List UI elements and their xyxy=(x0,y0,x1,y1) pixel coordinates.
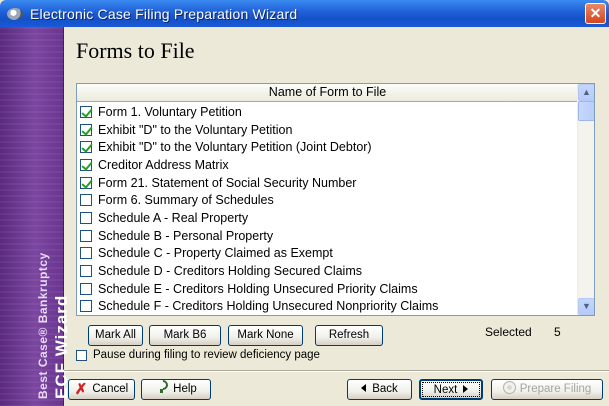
list-item[interactable]: Schedule C - Property Claimed as Exempt xyxy=(77,245,578,263)
form-checkbox[interactable] xyxy=(80,105,92,118)
mark-b6-button[interactable]: Mark B6 xyxy=(149,325,221,346)
selected-label: Selected xyxy=(485,325,532,339)
form-label: Schedule F - Creditors Holding Unsecured… xyxy=(98,299,439,314)
form-checkbox[interactable] xyxy=(80,141,92,154)
mark-none-button[interactable]: Mark None xyxy=(228,325,303,346)
next-button[interactable]: Next xyxy=(419,379,483,400)
chevron-down-icon: ▼ xyxy=(582,301,591,311)
window-title: Electronic Case Filing Preparation Wizar… xyxy=(30,5,298,22)
close-icon: ✕ xyxy=(589,5,602,21)
pause-option[interactable]: Pause during filing to review deficiency… xyxy=(76,349,320,361)
prepare-filing-button[interactable]: Prepare Filing xyxy=(491,379,603,400)
prepare-icon xyxy=(502,381,516,394)
form-label: Form 6. Summary of Schedules xyxy=(98,193,274,208)
form-checkbox[interactable] xyxy=(80,194,92,207)
form-checkbox[interactable] xyxy=(80,300,92,313)
form-label: Schedule E - Creditors Holding Unsecured… xyxy=(98,281,418,296)
form-checkbox[interactable] xyxy=(80,315,92,316)
form-label: Exhibit "D" to the Voluntary Petition xyxy=(98,122,293,137)
page-title: Forms to File xyxy=(76,38,195,63)
list-item[interactable]: Schedule D - Creditors Holding Secured C… xyxy=(77,262,578,280)
side-banner: Best Case® Bankruptcy ECF Wizard xyxy=(0,27,71,406)
form-checkbox[interactable] xyxy=(80,211,92,224)
footer-divider xyxy=(64,370,609,372)
list-item[interactable]: Schedule G - Executory Contracts and Une… xyxy=(77,315,578,316)
close-button[interactable]: ✕ xyxy=(585,3,606,24)
cancel-icon: ✗ xyxy=(74,381,88,398)
list-item[interactable]: Schedule B - Personal Property xyxy=(77,227,578,245)
form-label: Schedule A - Real Property xyxy=(98,210,249,225)
scroll-thumb[interactable] xyxy=(578,101,594,121)
form-label: Schedule C - Property Claimed as Exempt xyxy=(98,246,333,261)
form-checkbox[interactable] xyxy=(80,176,92,189)
form-label: Schedule G - Executory Contracts and Une… xyxy=(98,315,416,316)
pause-checkbox[interactable] xyxy=(76,349,87,361)
app-icon xyxy=(6,5,24,23)
mark-all-button[interactable]: Mark All xyxy=(88,325,143,346)
form-label: Creditor Address Matrix xyxy=(98,157,229,172)
cancel-button[interactable]: ✗ Cancel xyxy=(68,379,135,400)
back-button[interactable]: Back xyxy=(347,379,412,400)
forms-list[interactable]: Name of Form to File Form 1. Voluntary P… xyxy=(76,83,595,316)
form-checkbox[interactable] xyxy=(80,247,92,260)
chevron-up-icon: ▲ xyxy=(582,87,591,97)
form-label: Schedule D - Creditors Holding Secured C… xyxy=(98,264,363,279)
arrow-right-icon xyxy=(463,385,469,393)
form-checkbox[interactable] xyxy=(80,158,92,171)
list-item[interactable]: Form 1. Voluntary Petition xyxy=(77,103,578,121)
list-column-header[interactable]: Name of Form to File xyxy=(77,84,578,102)
form-checkbox[interactable] xyxy=(80,229,92,242)
form-label: Form 1. Voluntary Petition xyxy=(98,104,242,119)
list-scrollbar[interactable]: ▲ ▼ xyxy=(577,84,594,315)
list-item[interactable]: Form 21. Statement of Social Security Nu… xyxy=(77,174,578,192)
help-icon xyxy=(155,380,167,394)
banner-brand: Best Case® Bankruptcy xyxy=(36,252,50,399)
form-label: Form 21. Statement of Social Security Nu… xyxy=(98,175,357,190)
form-label: Schedule B - Personal Property xyxy=(98,228,274,243)
scroll-up-button[interactable]: ▲ xyxy=(578,84,594,101)
list-items: Form 1. Voluntary Petition Exhibit "D" to… xyxy=(77,103,578,316)
list-item[interactable]: Schedule E - Creditors Holding Unsecured… xyxy=(77,280,578,298)
pause-label: Pause during filing to review deficiency… xyxy=(93,349,320,361)
arrow-left-icon xyxy=(361,384,367,392)
refresh-button[interactable]: Refresh xyxy=(315,325,383,346)
list-item[interactable]: Schedule A - Real Property xyxy=(77,209,578,227)
scroll-down-button[interactable]: ▼ xyxy=(578,298,594,315)
selected-count: 5 xyxy=(554,325,561,339)
title-bar: Electronic Case Filing Preparation Wizar… xyxy=(0,0,609,27)
form-checkbox[interactable] xyxy=(80,265,92,278)
help-button[interactable]: Help xyxy=(141,379,211,400)
form-checkbox[interactable] xyxy=(80,123,92,136)
list-item[interactable]: Form 6. Summary of Schedules xyxy=(77,191,578,209)
list-item[interactable]: Schedule F - Creditors Holding Unsecured… xyxy=(77,298,578,315)
list-item[interactable]: Exhibit "D" to the Voluntary Petition xyxy=(77,121,578,139)
list-item[interactable]: Creditor Address Matrix xyxy=(77,156,578,174)
form-label: Exhibit "D" to the Voluntary Petition (J… xyxy=(98,140,372,155)
form-checkbox[interactable] xyxy=(80,282,92,295)
banner-text: Best Case® Bankruptcy ECF Wizard xyxy=(36,209,71,399)
list-item[interactable]: Exhibit "D" to the Voluntary Petition (J… xyxy=(77,138,578,156)
